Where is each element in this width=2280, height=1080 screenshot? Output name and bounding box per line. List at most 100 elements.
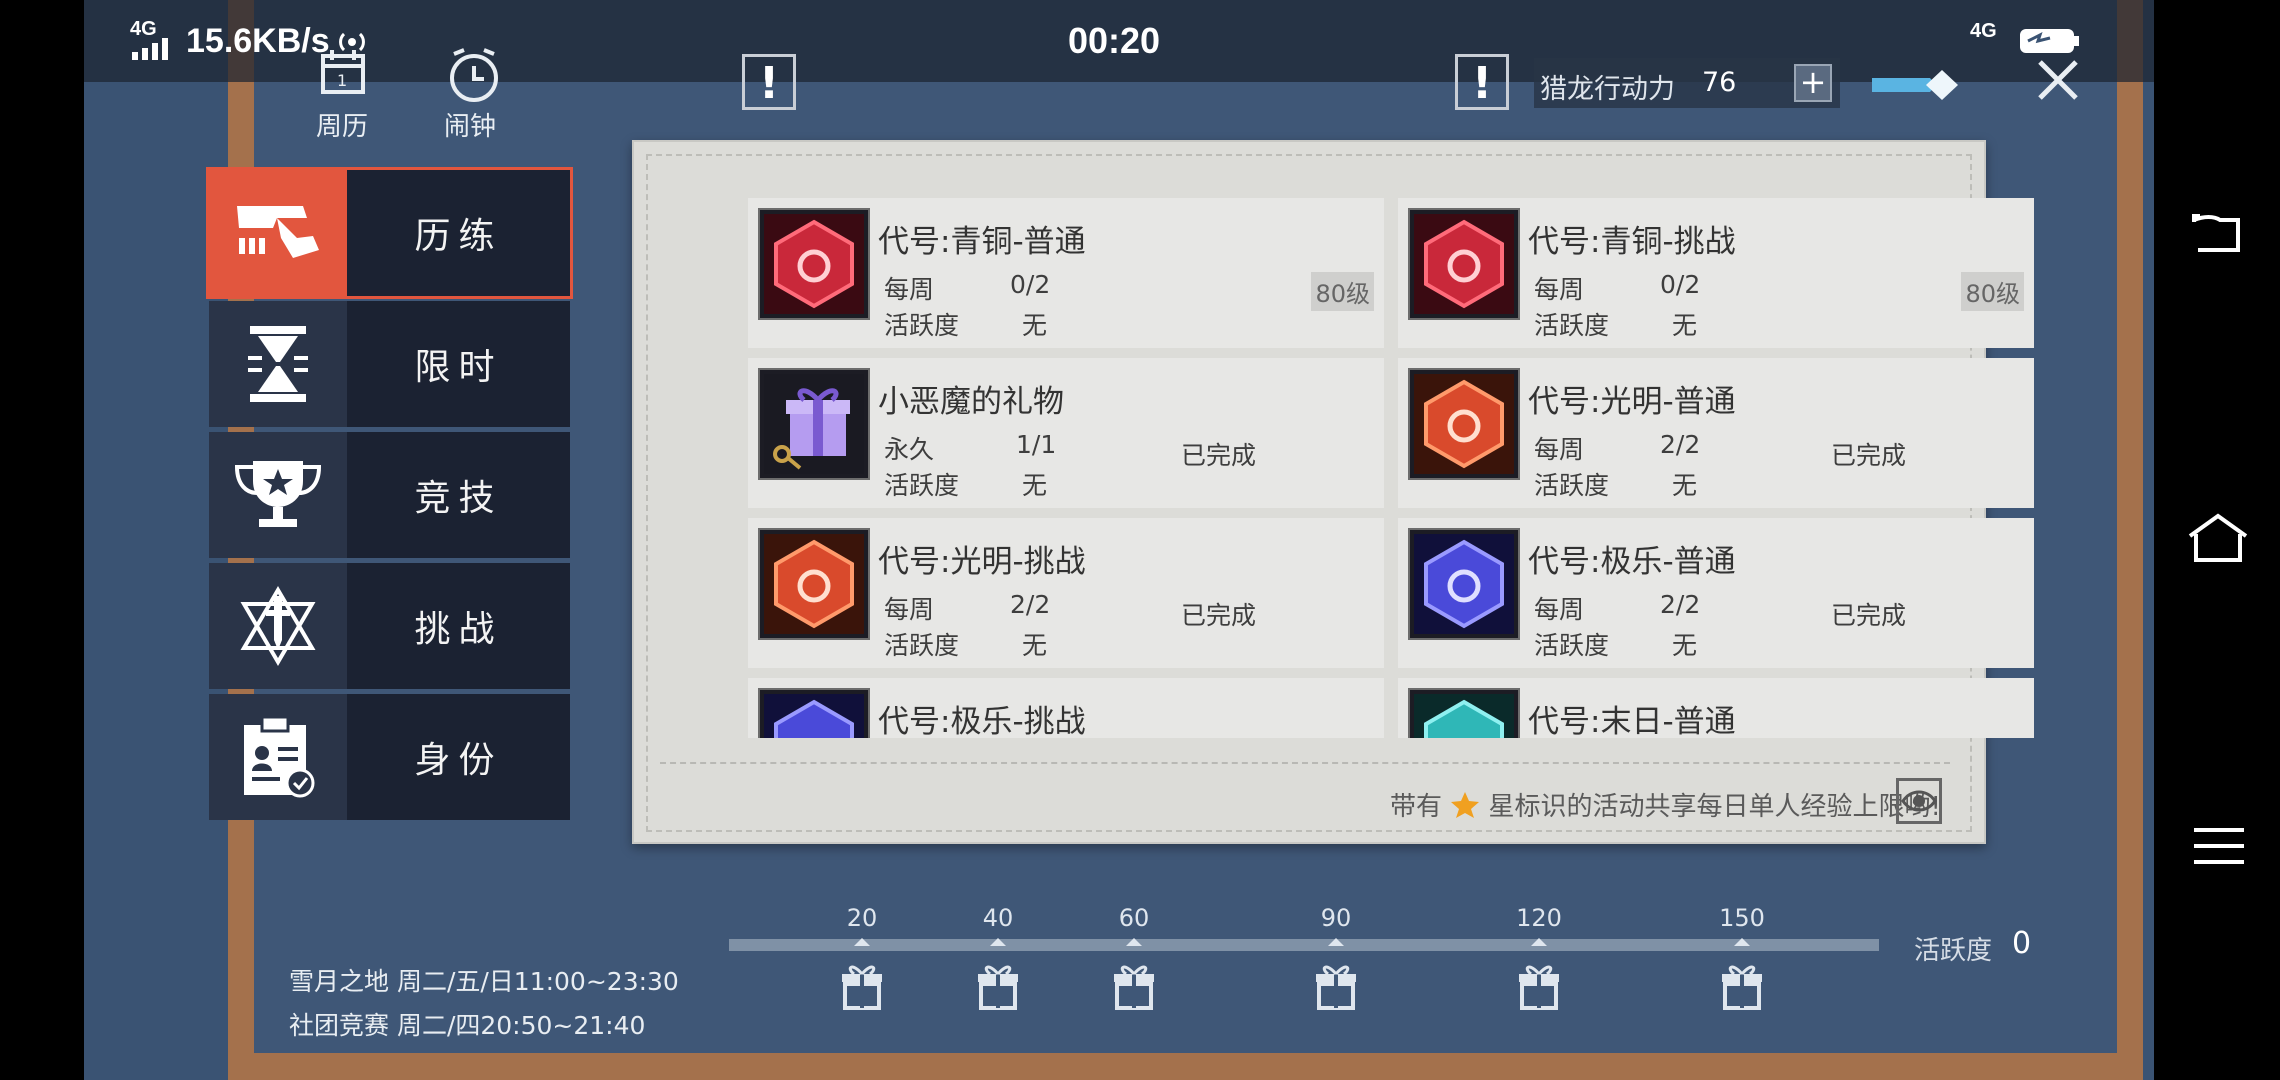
- activity-card[interactable]: 代号:末日-普通: [1398, 678, 2034, 738]
- milestone-threshold: 20: [846, 904, 878, 932]
- stamina-value: 76: [1702, 67, 1737, 98]
- activity-label: 活跃度: [1534, 631, 1610, 660]
- gift-icon: [1509, 932, 1569, 1016]
- activity-title: 代号:末日-普通: [1528, 704, 1736, 738]
- activity-title: 代号:极乐-普通: [1528, 544, 1736, 580]
- activity-progress: 0/2: [1660, 270, 1701, 299]
- notice-icon-2[interactable]: !: [1455, 54, 1509, 110]
- notice-icon[interactable]: !: [742, 54, 796, 110]
- emblem-icon: [758, 208, 870, 320]
- alarm-button[interactable]: 闹钟: [440, 48, 510, 148]
- activity-progress: 2/2: [1660, 590, 1701, 619]
- id-badge-icon: [209, 694, 347, 820]
- reward-milestone[interactable]: 60: [1104, 904, 1164, 1016]
- activity-card[interactable]: 代号:光明-普通 每周 2/2 活跃度 无 已完成: [1398, 358, 2034, 508]
- stamina-panel: 猎龙行动力 76 +: [1534, 58, 1840, 108]
- reward-milestone[interactable]: 90: [1306, 904, 1366, 1016]
- nav-item-identity[interactable]: 身份: [209, 694, 570, 820]
- gift-icon: [1306, 932, 1366, 1016]
- activity-label: 活跃度: [884, 631, 960, 660]
- alarm-label: 闹钟: [444, 112, 497, 142]
- diamond-gauge-icon: [1870, 68, 1960, 102]
- activity-title: 代号:青铜-普通: [878, 224, 1086, 260]
- reward-milestone[interactable]: 150: [1712, 904, 1772, 1016]
- emblem-icon: [1408, 368, 1520, 480]
- network-speed: 15.6KB/s: [186, 22, 330, 60]
- menu-icon[interactable]: [2194, 826, 2244, 866]
- activity-title: 代号:光明-挑战: [878, 544, 1086, 580]
- back-icon[interactable]: [2190, 210, 2242, 254]
- reward-milestone[interactable]: 120: [1509, 904, 1569, 1016]
- status-completed: 已完成: [1181, 441, 1257, 470]
- reward-milestone[interactable]: 40: [968, 904, 1028, 1016]
- nav-item-limited[interactable]: 限时: [209, 301, 570, 427]
- clock: 00:20: [1068, 20, 1161, 61]
- activity-period: 每周: [1534, 595, 1585, 624]
- eye-icon[interactable]: [1896, 778, 1942, 824]
- calendar-label: 周历: [316, 112, 369, 142]
- nav-label-challenge: 挑战: [414, 609, 503, 650]
- nav-label-training: 历练: [414, 216, 503, 257]
- activity-progress: 1/1: [1016, 430, 1057, 459]
- calendar-button[interactable]: 1 周历: [310, 48, 380, 148]
- activity-progress: 2/2: [1010, 590, 1051, 619]
- level-badge: 80级: [1961, 272, 2024, 311]
- activity-value: 无: [1672, 311, 1698, 340]
- add-stamina-button[interactable]: +: [1794, 64, 1832, 102]
- activity-progress: 0/2: [1010, 270, 1051, 299]
- sword-star-icon: [209, 563, 347, 689]
- activity-points-label: 活跃度: [1914, 936, 1993, 966]
- gift-icon: [832, 932, 892, 1016]
- alarm-clock-icon: [446, 48, 502, 104]
- milestone-threshold: 90: [1320, 904, 1352, 932]
- gift-box-icon: [758, 368, 870, 480]
- activity-card[interactable]: 代号:光明-挑战 每周 2/2 活跃度 无 已完成: [748, 518, 1384, 668]
- activity-value: 无: [1672, 631, 1698, 660]
- activity-card[interactable]: 小恶魔的礼物 永久 1/1 活跃度 无 已完成: [748, 358, 1384, 508]
- activity-label: 活跃度: [1534, 311, 1610, 340]
- svg-text:1: 1: [337, 71, 347, 90]
- schedule-line: 雪月之地 周二/五/日11:00~23:30: [289, 967, 679, 996]
- calendar-icon: 1: [320, 48, 366, 94]
- notice-prefix: 带有: [1390, 792, 1443, 822]
- activity-title: 代号:极乐-挑战: [878, 704, 1086, 738]
- trophy-icon: [209, 432, 347, 558]
- emblem-icon: [758, 528, 870, 640]
- activity-title: 代号:青铜-挑战: [1528, 224, 1736, 260]
- activity-value: 无: [1672, 471, 1698, 500]
- milestone-threshold: 150: [1719, 904, 1765, 932]
- network-indicator-right: 4G: [1970, 20, 1997, 42]
- activity-card[interactable]: 代号:青铜-挑战 每周 0/2 活跃度 无 80级: [1398, 198, 2034, 348]
- status-completed: 已完成: [1181, 601, 1257, 630]
- activity-label: 活跃度: [884, 311, 960, 340]
- gift-icon: [968, 932, 1028, 1016]
- activity-card[interactable]: 代号:青铜-普通 每周 0/2 活跃度 无 80级: [748, 198, 1384, 348]
- close-icon[interactable]: [2036, 58, 2080, 102]
- nav-item-arena[interactable]: 竞技: [209, 432, 570, 558]
- home-icon[interactable]: [2184, 510, 2252, 566]
- schedule-line: 社团竞赛 周二/四20:50~21:40: [289, 1011, 646, 1040]
- nav-item-challenge[interactable]: 挑战: [209, 563, 570, 689]
- gift-icon: [1712, 932, 1772, 1016]
- milestone-threshold: 60: [1118, 904, 1150, 932]
- nav-item-training[interactable]: 历练: [206, 167, 573, 299]
- activity-value: 无: [1022, 631, 1048, 660]
- activity-panel: 代号:青铜-普通 每周 0/2 活跃度 无 80级 代号:青铜-挑战 每周 0/…: [632, 140, 2034, 844]
- reward-milestone[interactable]: 20: [832, 904, 892, 1016]
- pistol-icon: [209, 170, 347, 296]
- activity-value: 无: [1022, 311, 1048, 340]
- activity-points-value: 0: [2012, 926, 2032, 961]
- emblem-icon: [1408, 208, 1520, 320]
- gift-icon: [1104, 932, 1164, 1016]
- stamina-label: 猎龙行动力: [1540, 74, 1675, 105]
- activity-title: 代号:光明-普通: [1528, 384, 1736, 420]
- activity-progress: 2/2: [1660, 430, 1701, 459]
- activity-card[interactable]: 代号:极乐-挑战: [748, 678, 1384, 738]
- activity-period: 每周: [884, 275, 935, 304]
- activity-title: 小恶魔的礼物: [878, 384, 1064, 420]
- signal-icon: [132, 38, 174, 60]
- activity-label: 活跃度: [884, 471, 960, 500]
- milestone-threshold: 120: [1516, 904, 1562, 932]
- notice-suffix: 星标识的活动共享每日单人经验上限哟!: [1488, 792, 1941, 822]
- activity-card[interactable]: 代号:极乐-普通 每周 2/2 活跃度 无 已完成: [1398, 518, 2034, 668]
